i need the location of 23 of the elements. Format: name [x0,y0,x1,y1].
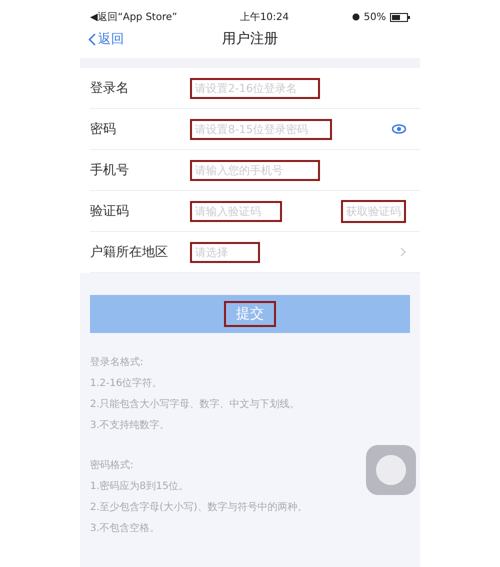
battery-percent: 50% [364,12,386,22]
battery-icon [390,12,410,22]
page-title: 用户注册 [222,30,278,48]
back-chevron-icon [88,32,96,46]
eye-icon[interactable] [392,124,406,134]
chevron-icon [400,247,406,257]
field-label: 登录名 [90,80,130,97]
back-to-app-link[interactable]: ◀返回“App Store” [90,10,178,24]
note-line: 1.密码应为8到15位。 [90,480,190,493]
back-button[interactable]: 返回 [88,30,124,48]
field-label: 密码 [90,121,117,138]
alarm-icon [352,13,360,21]
field-label: 验证码 [90,203,130,220]
note-line: 3.不支持纯数字。 [90,418,171,432]
note-title: 密码格式: [90,458,134,472]
note-line: 3.不包含空格。 [90,522,161,535]
field-label: 户籍所在地区 [90,244,169,261]
note-line: 2.只能包含大小写字母、数字、中文与下划线。 [90,398,301,411]
note-line: 2.至少包含字母(大小写)、数字与符号中的两种。 [90,500,308,514]
note-line: 1.2-16位字符。 [90,376,164,390]
status-time: 上午10:24 [240,10,289,24]
note-title: 登录名格式: [90,356,144,369]
field-label: 手机号 [90,162,130,179]
